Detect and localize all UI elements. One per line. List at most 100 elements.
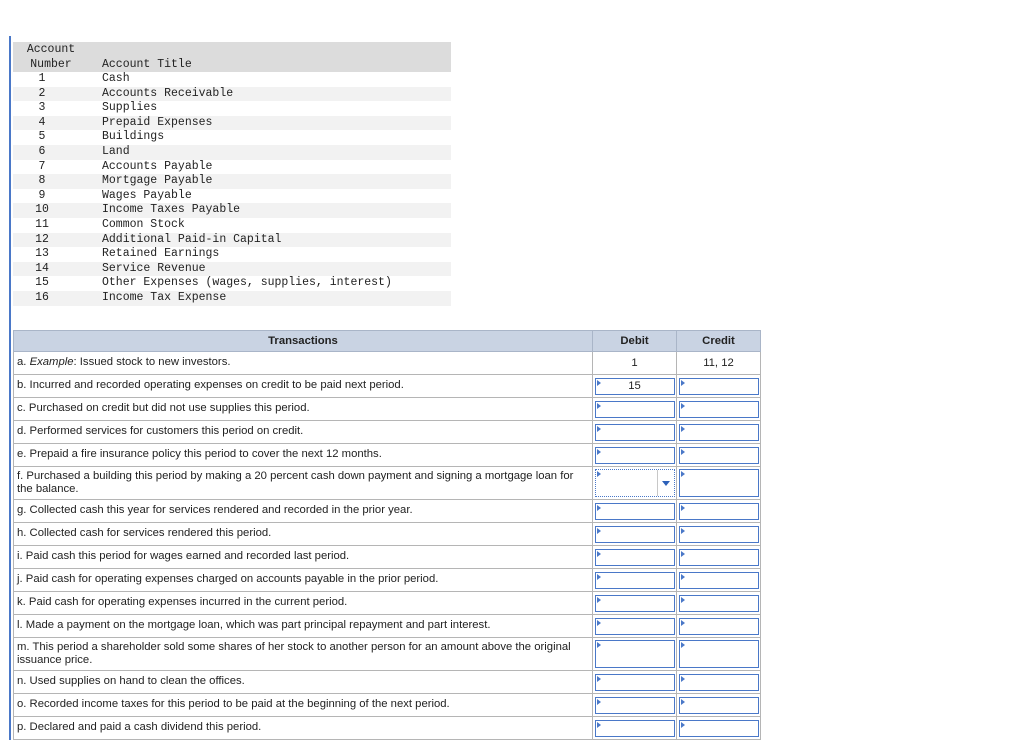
account-number: 8 xyxy=(13,174,89,189)
debit-input[interactable] xyxy=(594,525,675,543)
transaction-description: c. Purchased on credit but did not use s… xyxy=(13,397,593,421)
account-title: Wages Payable xyxy=(102,188,192,202)
transaction-description: h. Collected cash for services rendered … xyxy=(13,522,593,546)
transaction-description: i. Paid cash this period for wages earne… xyxy=(13,545,593,569)
example-credit: 11, 12 xyxy=(676,351,761,375)
account-row: 13 Retained Earnings xyxy=(13,247,451,262)
account-row: 12 Additional Paid-in Capital xyxy=(13,232,451,248)
account-title: Accounts Receivable xyxy=(89,86,451,102)
credit-input[interactable] xyxy=(678,469,759,497)
account-title: Land xyxy=(89,144,451,160)
account-row: 3 Supplies xyxy=(13,101,451,116)
account-row: 5 Buildings xyxy=(13,130,451,145)
transactions-table: Transactions Debit Credit a. Example: Is… xyxy=(13,330,761,740)
account-title: Mortgage Payable xyxy=(89,174,451,189)
debit-input[interactable] xyxy=(594,594,675,612)
credit-input[interactable] xyxy=(678,640,759,668)
account-row: 1 Cash xyxy=(13,72,451,87)
account-number: 16 xyxy=(13,290,89,306)
transaction-description: g. Collected cash this year for services… xyxy=(13,499,593,523)
transaction-row-h: h. Collected cash for services rendered … xyxy=(13,522,761,546)
debit-input[interactable] xyxy=(594,719,675,737)
transaction-row-b: b. Incurred and recorded operating expen… xyxy=(13,374,761,398)
account-title: Cash xyxy=(102,72,130,85)
credit-input[interactable] xyxy=(678,446,759,464)
account-title: Common Stock xyxy=(102,217,185,231)
account-number: 15 xyxy=(35,276,49,290)
credit-input[interactable] xyxy=(678,423,759,441)
example-letter: a. xyxy=(17,356,27,369)
transaction-row-o: o. Recorded income taxes for this period… xyxy=(13,693,761,717)
credit-input[interactable] xyxy=(678,696,759,714)
debit-input[interactable] xyxy=(594,548,675,566)
account-number: 9 xyxy=(38,188,46,202)
transaction-description: m. This period a shareholder sold some s… xyxy=(13,637,593,671)
account-title: Additional Paid-in Capital xyxy=(89,232,451,248)
debit-input[interactable]: 15 xyxy=(594,377,675,395)
transaction-description: p. Declared and paid a cash dividend thi… xyxy=(13,716,593,740)
debit-input[interactable] xyxy=(594,502,675,520)
credit-input[interactable] xyxy=(678,548,759,566)
credit-input[interactable] xyxy=(678,571,759,589)
transaction-description: f. Purchased a building this period by m… xyxy=(13,466,593,500)
account-table: Account Number Account Title 1 Cash 2 Acco… xyxy=(13,42,451,306)
account-row: 7 Accounts Payable xyxy=(13,160,451,175)
credit-input[interactable] xyxy=(678,673,759,691)
account-row: 10 Income Taxes Payable xyxy=(13,203,451,218)
transactions-header: Transactions xyxy=(13,330,593,352)
credit-header: Credit xyxy=(676,330,761,352)
credit-input[interactable] xyxy=(678,377,759,395)
transaction-row-i: i. Paid cash this period for wages earne… xyxy=(13,545,761,569)
transaction-description: j. Paid cash for operating expenses char… xyxy=(13,568,593,592)
transaction-row-m: m. This period a shareholder sold some s… xyxy=(13,637,761,671)
account-number: 1 xyxy=(38,72,46,85)
credit-input[interactable] xyxy=(678,502,759,520)
credit-input[interactable] xyxy=(678,617,759,635)
account-row: 16 Income Tax Expense xyxy=(13,290,451,306)
transaction-row-k: k. Paid cash for operating expenses incu… xyxy=(13,591,761,615)
credit-input[interactable] xyxy=(678,525,759,543)
account-number: 2 xyxy=(13,86,89,102)
account-title: Buildings xyxy=(102,130,165,144)
account-row: 6 Land xyxy=(13,144,451,160)
transaction-description: n. Used supplies on hand to clean the of… xyxy=(13,670,593,694)
chevron-down-icon[interactable] xyxy=(656,470,674,496)
transaction-row-g: g. Collected cash this year for services… xyxy=(13,499,761,523)
debit-input[interactable] xyxy=(594,400,675,418)
account-title-header: Account Title xyxy=(89,42,451,72)
transaction-row-p: p. Declared and paid a cash dividend thi… xyxy=(13,716,761,740)
transaction-row-f: f. Purchased a building this period by m… xyxy=(13,466,761,500)
example-debit: 1 xyxy=(592,351,677,375)
transaction-row-j: j. Paid cash for operating expenses char… xyxy=(13,568,761,592)
debit-input[interactable] xyxy=(594,696,675,714)
transaction-description: o. Recorded income taxes for this period… xyxy=(13,693,593,717)
account-title: Supplies xyxy=(102,101,158,115)
transaction-description: b. Incurred and recorded operating expen… xyxy=(13,374,593,398)
account-row: 15 Other Expenses (wages, supplies, inter… xyxy=(13,276,451,291)
account-number-header-line1: Account xyxy=(26,43,76,56)
debit-input[interactable] xyxy=(594,571,675,589)
account-title: Income Tax Expense xyxy=(89,290,451,306)
account-number: 3 xyxy=(38,101,46,115)
account-row: 4 Prepaid Expenses xyxy=(13,115,451,131)
credit-input[interactable] xyxy=(678,400,759,418)
transaction-row-c: c. Purchased on credit but did not use s… xyxy=(13,397,761,421)
debit-input[interactable] xyxy=(594,617,675,635)
account-title: Other Expenses (wages, supplies, interes… xyxy=(102,276,392,290)
account-title: Retained Earnings xyxy=(102,247,220,261)
transaction-description: l. Made a payment on the mortgage loan, … xyxy=(13,614,593,638)
debit-input[interactable] xyxy=(594,446,675,464)
debit-dropdown[interactable] xyxy=(594,469,675,497)
account-row: 14 Service Revenue xyxy=(13,261,451,277)
credit-input[interactable] xyxy=(678,594,759,612)
account-row: 9 Wages Payable xyxy=(13,189,451,204)
transaction-row-l: l. Made a payment on the mortgage loan, … xyxy=(13,614,761,638)
debit-input[interactable] xyxy=(594,423,675,441)
account-number: 14 xyxy=(13,261,89,277)
account-number: 6 xyxy=(13,144,89,160)
credit-input[interactable] xyxy=(678,719,759,737)
account-row: 2 Accounts Receivable xyxy=(13,86,451,102)
account-number-header-line2: Number xyxy=(30,57,72,71)
debit-input[interactable] xyxy=(594,673,675,691)
debit-input[interactable] xyxy=(594,640,675,668)
